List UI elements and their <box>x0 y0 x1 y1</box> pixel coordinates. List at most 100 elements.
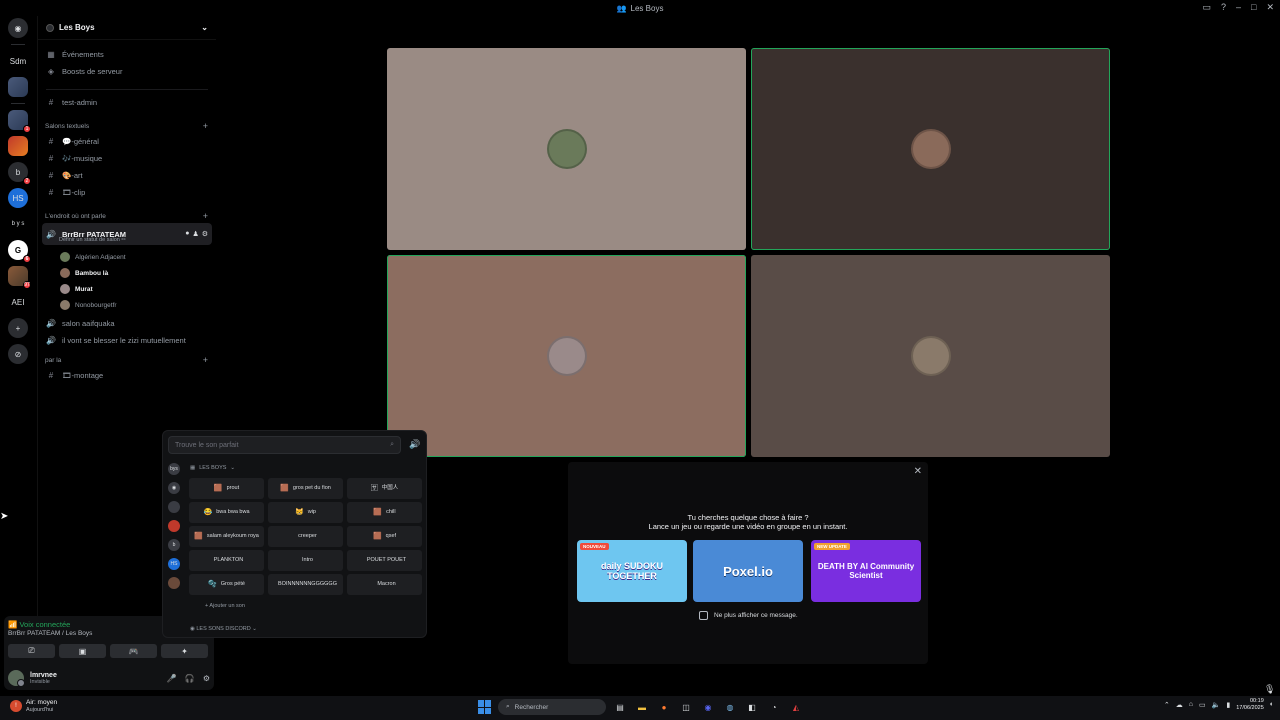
discord-home-icon[interactable]: ◉ <box>8 18 28 38</box>
sound-button[interactable]: 🟫 qsef <box>347 526 422 547</box>
start-button[interactable] <box>478 700 492 714</box>
sound-button[interactable]: POUET POUET <box>347 550 422 571</box>
video-tile[interactable] <box>387 48 746 250</box>
voice-user[interactable]: Nonobourgetfr <box>38 297 216 313</box>
inbox-icon[interactable]: ▭ <box>1202 2 1211 13</box>
activity-card[interactable]: NEW UPDATE DEATH BY AI Community Scienti… <box>811 540 921 602</box>
channel-musique[interactable]: # 🎶-musique <box>38 150 216 167</box>
voice-channel[interactable]: 🔊 il vont se blesser le zizi mutuellement <box>38 332 216 349</box>
volume-icon[interactable]: 🔈 <box>1212 701 1221 709</box>
sound-button[interactable]: 🈂 中国人 <box>347 478 422 499</box>
server-icon[interactable] <box>168 520 180 532</box>
voice-channel[interactable]: 🔊 salon aaifquaka <box>38 315 216 332</box>
channel-montage[interactable]: # 🎞-montage <box>38 367 216 384</box>
guild-header[interactable]: Les Boys ⌄ <box>38 16 216 40</box>
sound-button[interactable]: 🫧 Gros pété <box>189 574 264 595</box>
gear-icon[interactable]: ⚙ <box>202 230 208 238</box>
sound-button[interactable]: creeper <box>268 526 343 547</box>
voice-user[interactable]: Murat <box>38 281 216 297</box>
server-icon[interactable]: AEI <box>8 292 28 312</box>
headphones-icon[interactable]: 🎧 <box>185 674 195 683</box>
channel-general[interactable]: # 💬-général <box>38 133 216 150</box>
notification-icon[interactable]: ◐ <box>1270 701 1274 708</box>
server-icon[interactable] <box>8 136 28 156</box>
task-view-icon[interactable]: ▤ <box>612 699 628 715</box>
add-channel-icon[interactable]: + <box>203 355 208 365</box>
sound-button[interactable]: PLANKTON <box>189 550 264 571</box>
video-tile[interactable] <box>751 255 1110 457</box>
server-icon[interactable]: Sdm <box>8 51 28 71</box>
app-icon[interactable]: ◭ <box>788 699 804 715</box>
help-icon[interactable]: ? <box>1221 2 1226 13</box>
events-item[interactable]: ▦ Événements <box>38 46 216 63</box>
chevron-up-icon[interactable]: ⌃ <box>1164 701 1170 709</box>
minimize-button[interactable]: – <box>1236 2 1241 13</box>
display-icon[interactable]: ▭ <box>1199 701 1206 709</box>
cloud-icon[interactable]: ☁ <box>1176 701 1183 709</box>
voice-channel-status[interactable]: Définir un statut de salon ✏ <box>59 237 126 243</box>
maximize-button[interactable]: □ <box>1251 2 1256 13</box>
add-member-icon[interactable]: ♟ <box>192 230 198 238</box>
server-icon[interactable]: bys <box>168 463 180 475</box>
sound-button[interactable]: Intro <box>268 550 343 571</box>
category-salons-textuels[interactable]: Salons textuels + <box>38 119 216 133</box>
volume-icon[interactable]: 🔊 <box>409 439 420 450</box>
activity-button[interactable]: 🎮 <box>110 644 157 658</box>
avatar[interactable] <box>8 670 25 687</box>
dont-show-again[interactable]: Ne plus afficher ce message. <box>699 611 798 620</box>
activity-card[interactable]: Poxel.io <box>693 540 803 602</box>
steam-icon[interactable]: ◍ <box>722 699 738 715</box>
camera-button[interactable]: ⎚ <box>8 644 55 658</box>
discord-icon[interactable]: ◉ <box>700 699 716 715</box>
checkbox[interactable] <box>699 611 708 620</box>
app-icon[interactable]: ◧ <box>744 699 760 715</box>
sound-button[interactable]: 🟫 salam aleykoum roya <box>189 526 264 547</box>
firefox-icon[interactable]: ● <box>656 699 672 715</box>
server-icon-active[interactable]: b y s <box>8 214 28 234</box>
sound-section-header[interactable]: ▦ LES BOYS ⌄ <box>190 465 235 471</box>
category-par-la[interactable]: par la + <box>38 353 216 367</box>
microphone-icon[interactable]: 🎤 <box>167 674 177 683</box>
voice-user[interactable]: Bambou là <box>38 265 216 281</box>
server-icon[interactable]: 97 <box>8 266 31 289</box>
add-sound-button[interactable]: + Ajouter un son <box>205 603 245 609</box>
screen-share-button[interactable]: ▣ <box>59 644 106 658</box>
sound-search-input[interactable]: Trouve le son parfait ⌕ <box>168 436 401 454</box>
discord-sounds-header[interactable]: ◉ LES SONS DISCORD ⌄ <box>190 626 257 632</box>
app-icon[interactable]: ◔ <box>766 699 782 715</box>
discord-icon[interactable]: ◉ <box>168 482 180 494</box>
boosts-item[interactable]: ◈ Boosts de serveur <box>38 63 216 80</box>
voice-status[interactable]: 📶 Voix connectée <box>8 620 70 629</box>
weather-widget[interactable]: ! Air: moyen Aujourd'hui <box>10 699 57 713</box>
server-icon[interactable]: G6 <box>8 240 31 263</box>
network-icon[interactable]: ⌂ <box>1189 701 1193 708</box>
voice-user[interactable]: Algérien Adjacent <box>38 249 216 265</box>
activity-card[interactable]: NOUVEAU daily SUDOKU TOGETHER <box>577 540 687 602</box>
server-icon[interactable]: b2 <box>8 162 31 185</box>
sound-button[interactable]: 🟫 gros pet du fion <box>268 478 343 499</box>
close-icon[interactable]: ✕ <box>914 466 922 477</box>
sound-button[interactable]: 😸 wip <box>268 502 343 523</box>
server-icon[interactable] <box>168 577 180 589</box>
server-icon[interactable] <box>168 501 180 513</box>
add-channel-icon[interactable]: + <box>203 121 208 131</box>
video-tile[interactable] <box>751 48 1110 250</box>
sound-button[interactable]: BOINNNNNNGGGGGG <box>268 574 343 595</box>
taskbar-search[interactable]: ⌕ Rechercher <box>498 699 606 715</box>
sound-button[interactable]: 😂 bwa bwa bwa <box>189 502 264 523</box>
video-tile[interactable] <box>387 255 746 457</box>
add-server-icon[interactable]: + <box>8 318 28 338</box>
category-lendroit[interactable]: L'endroit où ont parle + <box>38 209 216 223</box>
channel-art[interactable]: # 🎨-art <box>38 167 216 184</box>
battery-icon[interactable]: ▮ <box>1226 701 1230 709</box>
close-button[interactable]: ✕ <box>1266 2 1274 13</box>
server-icon[interactable] <box>8 77 28 97</box>
discover-icon[interactable]: ⊘ <box>8 344 28 364</box>
server-icon[interactable]: HS <box>8 188 28 208</box>
sound-button[interactable]: 🟫 prout <box>189 478 264 499</box>
add-channel-icon[interactable]: + <box>203 211 208 221</box>
file-explorer-icon[interactable]: ▬ <box>634 699 650 715</box>
server-icon[interactable]: HS <box>168 558 180 570</box>
channel-clip[interactable]: # 🎞-clip <box>38 184 216 201</box>
soundboard-button[interactable]: ✦ <box>161 644 208 658</box>
